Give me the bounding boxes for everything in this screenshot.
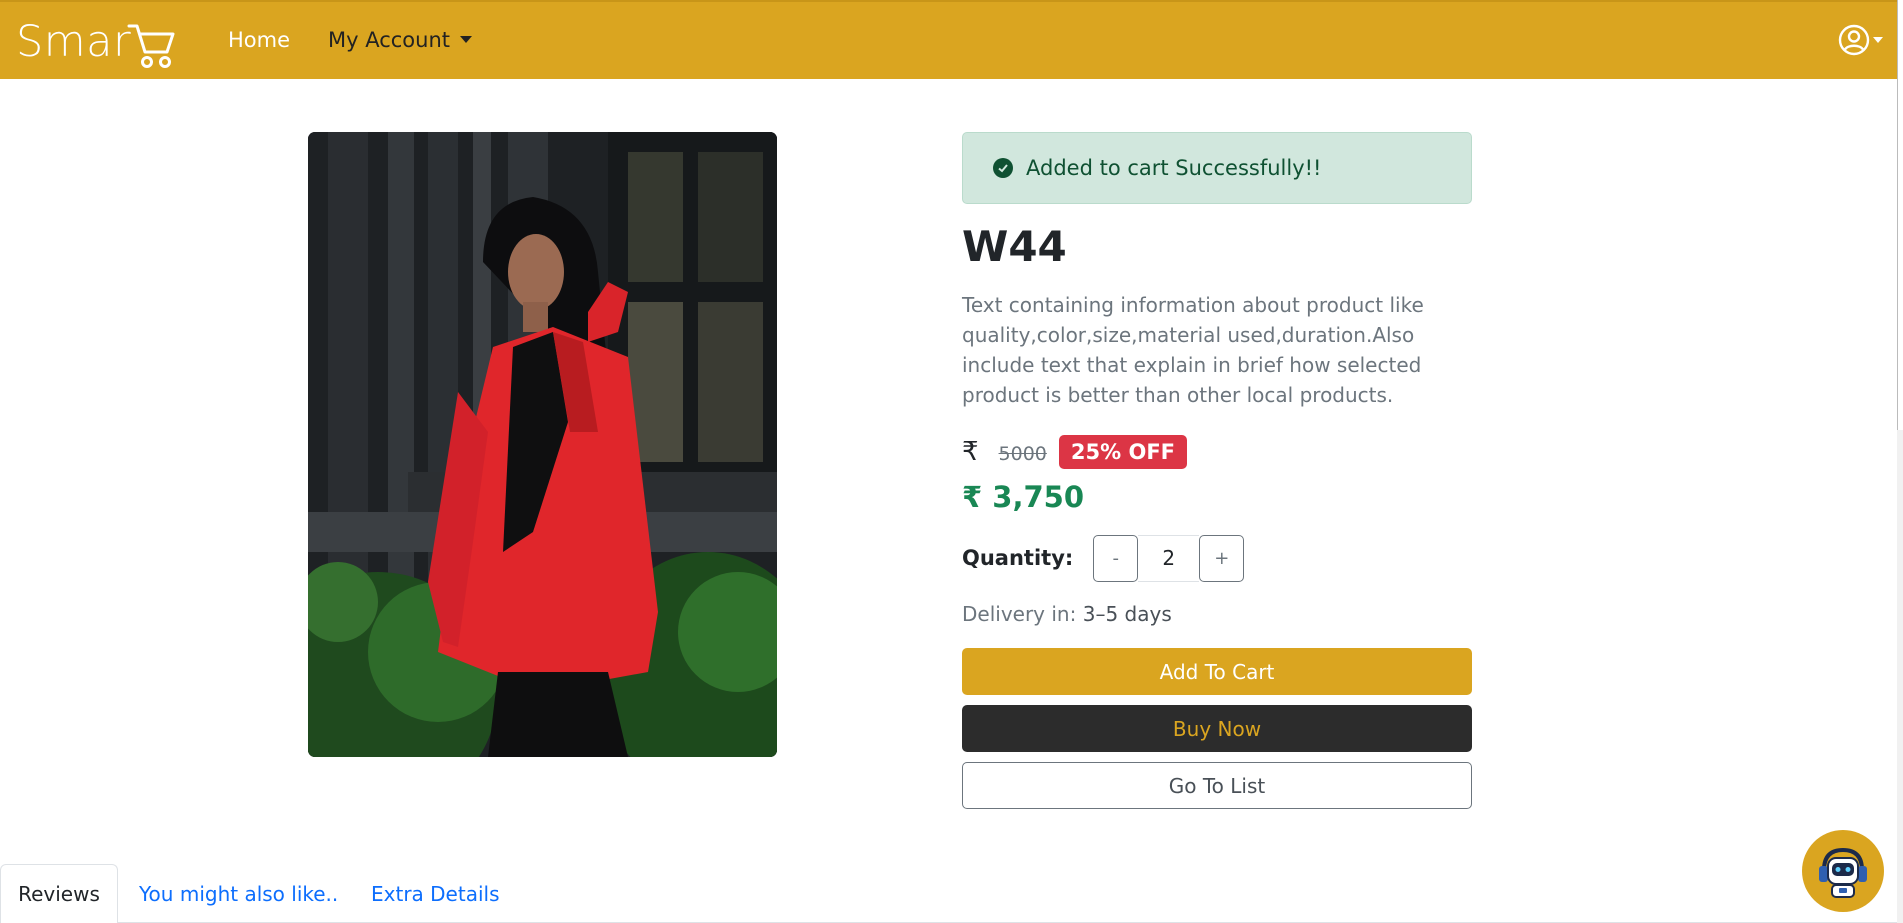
- brand-logo-text: Smar: [16, 16, 132, 67]
- tab-you-might-also-like[interactable]: You might also like..: [139, 864, 338, 923]
- tab-reviews[interactable]: Reviews: [0, 864, 118, 923]
- buy-now-button[interactable]: Buy Now: [962, 705, 1472, 752]
- delivery-info: Delivery in: 3–5 days: [962, 602, 1472, 626]
- product-details: Added to cart Successfully!! W44 Text co…: [962, 132, 1472, 809]
- nav-my-account-dropdown[interactable]: My Account: [328, 28, 473, 52]
- nav-home-link[interactable]: Home: [228, 28, 290, 52]
- caret-down-icon: [460, 35, 473, 43]
- robot-icon: [1819, 847, 1867, 898]
- tab-extra-details[interactable]: Extra Details: [371, 864, 500, 923]
- original-price: 5000: [998, 443, 1047, 465]
- page-scrollbar[interactable]: [1897, 0, 1903, 923]
- discount-badge: 25% OFF: [1058, 435, 1188, 469]
- quantity-label: Quantity:: [962, 546, 1074, 570]
- shopping-cart-icon: [127, 24, 175, 68]
- chatbot-button[interactable]: [1802, 830, 1884, 912]
- discounted-price: ₹ 3,750: [962, 480, 1085, 514]
- delivery-label: Delivery in:: [962, 602, 1077, 626]
- nav-my-account-label: My Account: [328, 28, 451, 52]
- add-to-cart-button[interactable]: Add To Cart: [962, 648, 1472, 695]
- product-image: [308, 132, 777, 757]
- user-menu-dropdown[interactable]: [1838, 24, 1883, 56]
- product-description: Text containing information about produc…: [962, 293, 1424, 407]
- scrollbar-thumb[interactable]: [1897, 0, 1903, 430]
- increase-quantity-button[interactable]: +: [1199, 534, 1245, 582]
- success-alert: Added to cart Successfully!!: [962, 132, 1472, 204]
- product-photo: [308, 132, 777, 757]
- alert-message: Added to cart Successfully!!: [1026, 156, 1322, 180]
- product-title: W44: [962, 222, 1067, 271]
- delivery-days: 3–5 days: [1082, 602, 1172, 626]
- navbar: Smar Home My Account: [0, 0, 1897, 79]
- price-row: ₹ 5000 25% OFF: [962, 432, 1472, 472]
- user-circle-icon: [1838, 24, 1870, 56]
- product-tabs: Reviews You might also like.. Extra Deta…: [0, 864, 1897, 923]
- currency-symbol: ₹: [962, 437, 979, 467]
- quantity-stepper: - +: [1093, 534, 1245, 582]
- caret-down-icon: [1873, 37, 1883, 43]
- go-to-list-button[interactable]: Go To List: [962, 762, 1472, 809]
- brand-logo[interactable]: Smar: [16, 16, 175, 68]
- decrease-quantity-button[interactable]: -: [1093, 534, 1139, 582]
- quantity-input[interactable]: [1138, 534, 1200, 582]
- quantity-row: Quantity: - +: [962, 534, 1472, 582]
- check-circle-icon: [993, 158, 1013, 178]
